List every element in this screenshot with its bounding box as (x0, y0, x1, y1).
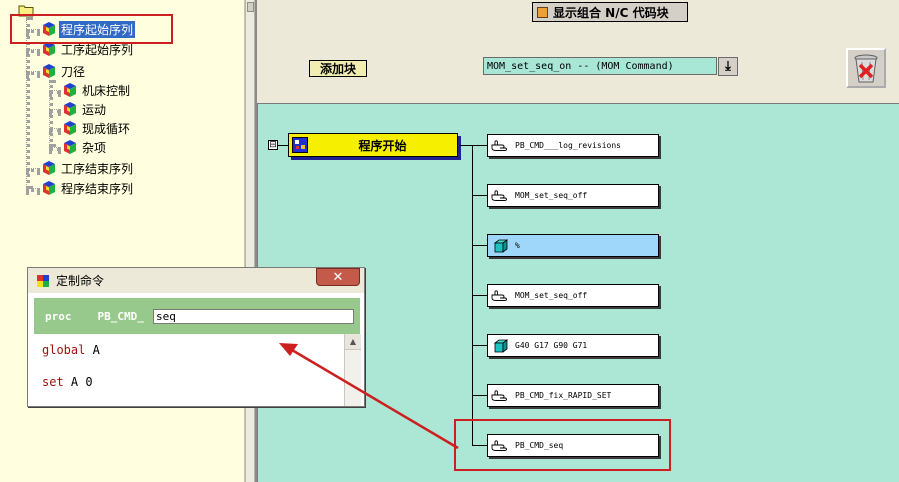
annotation-highlight-box (454, 419, 671, 471)
tree-item-machine-control[interactable]: 机床控制 (62, 81, 132, 99)
tree-item-operation-end[interactable]: 工序结束序列 (41, 159, 135, 177)
custom-command-dialog: 定制命令 ✕ proc PB_CMD_ seq global A set A 0… (27, 267, 365, 407)
add-block-button[interactable]: 添加块 (309, 60, 367, 77)
tree-item-label: 机床控制 (82, 83, 131, 98)
hand-pointer-icon (491, 139, 511, 153)
program-start-label: 程序开始 (358, 138, 407, 153)
tree-item-label: 杂项 (82, 140, 107, 155)
hand-pointer-icon (491, 189, 511, 203)
cmd-block[interactable]: PB_CMD_fix_RAPID_SET (487, 384, 659, 407)
cmd-block[interactable]: % (487, 234, 659, 257)
tree-item-canned-cycle[interactable]: 现成循环 (62, 119, 132, 137)
hand-pointer-icon (491, 389, 511, 403)
code-scrollbar[interactable]: ▲ (344, 334, 361, 406)
scrollbar-thumb[interactable] (247, 2, 254, 12)
hand-pointer-icon (491, 289, 511, 303)
tree-item-program-end[interactable]: 程序结束序列 (41, 179, 135, 197)
cmd-block-label: MOM_set_seq_off (515, 291, 588, 300)
cmd-block[interactable]: MOM_set_seq_off (487, 184, 659, 207)
trash-button[interactable] (846, 48, 886, 88)
tree-item-motion[interactable]: 运动 (62, 100, 108, 118)
tree-item-label: 刀径 (61, 64, 86, 79)
tree-panel: 程序起始序列 工序起始序列 刀径 机床控制 运动 现成循环 杂项 工序结束序列 … (0, 0, 245, 482)
collapse-toggle[interactable]: ⊟ (268, 140, 278, 150)
command-select[interactable]: MOM_set_seq_on -- (MOM Command) (483, 57, 717, 75)
scroll-up-icon[interactable]: ▲ (345, 334, 361, 350)
dialog-title: 定制命令 (56, 274, 105, 288)
tree-item-label: 现成循环 (82, 121, 131, 136)
cube-icon (41, 63, 57, 79)
annotation-highlight-box (10, 14, 173, 44)
tree-item-label: 工序结束序列 (61, 161, 134, 176)
cube-icon (62, 82, 78, 98)
program-start-block[interactable]: 程序开始 (288, 133, 458, 157)
block-icon (292, 137, 308, 153)
tree-item-label: 运动 (82, 102, 107, 117)
cube-icon (62, 101, 78, 117)
code-line: set A 0 (42, 375, 93, 389)
command-name-input[interactable]: seq (153, 309, 354, 324)
dropdown-arrow-icon[interactable]: ⤓ (718, 57, 738, 76)
cmd-block-label: MOM_set_seq_off (515, 191, 588, 200)
proc-prefix: PB_CMD_ (97, 309, 144, 323)
cmd-block-label: PB_CMD_fix_RAPID_SET (515, 391, 612, 400)
cube-icon (491, 338, 511, 353)
display-combined-nc-block-label: 显示组合 N/C 代码块 (553, 5, 669, 20)
tree-item-miscellaneous[interactable]: 杂项 (62, 138, 108, 156)
cube-icon (62, 120, 78, 136)
code-line: global A (42, 343, 100, 357)
code-editor[interactable]: global A set A 0 (34, 334, 346, 406)
tree-item-label: 程序结束序列 (61, 181, 134, 196)
cube-icon (41, 180, 57, 196)
cmd-block-label: G40 G17 G90 G71 (515, 341, 588, 350)
cmd-block[interactable]: G40 G17 G90 G71 (487, 334, 659, 357)
dialog-title-bar[interactable]: 定制命令 (28, 268, 364, 293)
cube-icon (41, 160, 57, 176)
tree-scrollbar[interactable] (245, 0, 255, 482)
close-icon[interactable]: ✕ (316, 268, 360, 286)
cube-icon (36, 274, 50, 288)
tree-item-tool-path[interactable]: 刀径 (41, 62, 87, 80)
cmd-block-label: PB_CMD___log_revisions (515, 141, 621, 150)
cmd-block[interactable]: MOM_set_seq_off (487, 284, 659, 307)
cube-icon (62, 139, 78, 155)
cube-icon (491, 238, 511, 253)
trash-icon (854, 54, 878, 83)
orange-square-icon (537, 6, 548, 18)
cmd-block[interactable]: PB_CMD___log_revisions (487, 134, 659, 157)
cmd-block-label: % (515, 241, 520, 250)
display-combined-nc-block-button[interactable]: 显示组合 N/C 代码块 (532, 2, 688, 22)
proc-keyword: proc (45, 309, 72, 323)
